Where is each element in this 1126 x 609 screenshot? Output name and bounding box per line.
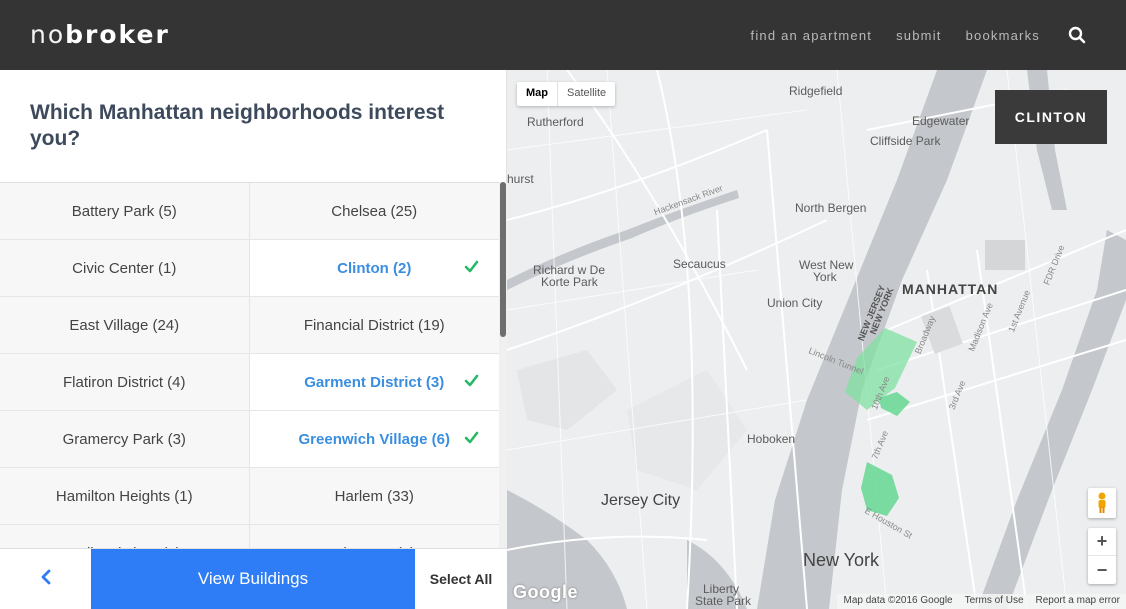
neighborhood-option[interactable]: Greenwich Village (6) <box>249 411 499 467</box>
neighborhood-row: Battery Park (5) Chelsea (25) <box>0 183 499 240</box>
map-label: North Bergen <box>795 201 867 215</box>
bottom-action-bar: View Buildings Select All <box>0 548 507 609</box>
neighborhood-tooltip: CLINTON <box>995 90 1107 144</box>
neighborhood-row: Hamilton Heights (1) Harlem (33) <box>0 468 499 525</box>
terms-of-use-link[interactable]: Terms of Use <box>959 594 1030 609</box>
main-nav: find an apartment submit bookmarks <box>727 0 1086 70</box>
checkmark-icon <box>464 259 479 274</box>
map-view[interactable]: Map Satellite CLINTON Ridgefield Rutherf… <box>507 70 1126 609</box>
logo-text-thin: no <box>30 20 66 49</box>
map-label-manhattan: MANHATTAN <box>902 281 999 297</box>
checkmark-icon <box>464 373 479 388</box>
neighborhood-option[interactable]: Battery Park (5) <box>0 183 250 239</box>
neighborhood-option[interactable]: Flatiron District (4) <box>0 354 250 410</box>
map-label: Hoboken <box>747 432 796 446</box>
top-navbar: nobroker find an apartment submit bookma… <box>0 0 1126 70</box>
map-label-new-york: New York <box>803 550 880 570</box>
neighborhood-grid: Battery Park (5) Chelsea (25) Civic Center… <box>0 183 499 548</box>
map-label: Cliffside Park <box>870 134 941 148</box>
neighborhood-option[interactable]: Clinton (2) <box>249 240 499 296</box>
map-label: Korte Park <box>541 275 598 289</box>
checkmark-icon <box>464 430 479 445</box>
map-label: Secaucus <box>673 257 726 271</box>
neighborhood-option[interactable]: Gramercy Park (3) <box>0 411 250 467</box>
neighborhood-list[interactable]: Battery Park (5) Chelsea (25) Civic Center… <box>0 182 499 548</box>
neighborhood-panel: Which Manhattan neighborhoods interest y… <box>0 70 507 609</box>
neighborhood-option[interactable]: Harlem (33) <box>249 468 499 524</box>
scrollbar-thumb[interactable] <box>500 182 506 337</box>
neighborhood-option[interactable]: Hell's Kitchen (2) <box>0 525 250 548</box>
neighborhood-label: Gramercy Park (3) <box>62 430 186 448</box>
map-label: Edgewater <box>912 114 970 128</box>
select-all-button[interactable]: Select All <box>415 549 507 609</box>
neighborhood-label: East Village (24) <box>69 316 180 334</box>
zoom-in-button[interactable]: + <box>1088 528 1116 556</box>
map-canvas <box>507 70 1126 609</box>
neighborhood-label: Harlem (33) <box>334 487 414 505</box>
neighborhood-label: Greenwich Village (6) <box>298 430 450 448</box>
logo-text-bold: broker <box>65 20 170 49</box>
chevron-left-icon <box>40 569 52 590</box>
map-label: York <box>813 270 837 284</box>
map-type-satellite[interactable]: Satellite <box>558 82 615 106</box>
neighborhood-row: Civic Center (1) Clinton (2) <box>0 240 499 297</box>
map-label: Union City <box>767 296 823 310</box>
map-label: hurst <box>507 172 534 186</box>
neighborhood-label: Battery Park (5) <box>71 202 177 220</box>
nobroker-logo[interactable]: nobroker <box>30 20 170 49</box>
neighborhood-label: Hamilton Heights (1) <box>55 487 193 505</box>
map-label-jersey-city: Jersey City <box>601 492 681 509</box>
neighborhood-option[interactable]: East Village (24) <box>0 297 250 353</box>
map-type-map[interactable]: Map <box>517 82 558 106</box>
neighborhood-option[interactable]: Hamilton Heights (1) <box>0 468 250 524</box>
neighborhood-option[interactable]: Civic Center (1) <box>0 240 250 296</box>
map-footer: Map data ©2016 Google Terms of Use Repor… <box>837 594 1126 609</box>
nav-bookmarks[interactable]: bookmarks <box>966 28 1040 43</box>
google-logo: Google <box>513 582 578 602</box>
list-scrollbar[interactable] <box>499 182 507 548</box>
neighborhood-label: Chelsea (25) <box>331 202 418 220</box>
neighborhood-row: East Village (24) Financial District (19) <box>0 297 499 354</box>
report-map-error-link[interactable]: Report a map error <box>1030 594 1126 609</box>
nav-find-apartment[interactable]: find an apartment <box>751 28 873 43</box>
neighborhood-row: Hell's Kitchen (2)Kips Bay (6) <box>0 525 499 548</box>
neighborhood-label: Garment District (3) <box>304 373 445 391</box>
zoom-control: + − <box>1088 528 1116 584</box>
view-buildings-button[interactable]: View Buildings <box>91 549 415 609</box>
neighborhood-label: Clinton (2) <box>337 259 412 277</box>
map-label: Ridgefield <box>789 84 843 98</box>
neighborhood-label: Financial District (19) <box>303 316 445 334</box>
neighborhood-label: Flatiron District (4) <box>62 373 186 391</box>
neighborhood-label: Civic Center (1) <box>72 259 177 277</box>
neighborhood-row: Gramercy Park (3) Greenwich Village (6) <box>0 411 499 468</box>
map-label: State Park <box>695 594 752 608</box>
search-icon[interactable] <box>1068 26 1086 44</box>
neighborhood-row: Flatiron District (4) Garment District (3… <box>0 354 499 411</box>
neighborhood-option[interactable]: Kips Bay (6) <box>249 525 499 548</box>
zoom-out-button[interactable]: − <box>1088 556 1116 584</box>
map-data-credit: Map data ©2016 Google <box>843 595 953 606</box>
neighborhood-option[interactable]: Financial District (19) <box>249 297 499 353</box>
map-type-control: Map Satellite <box>517 82 616 106</box>
map-label: Rutherford <box>527 115 584 129</box>
back-button[interactable] <box>0 549 91 609</box>
neighborhood-option[interactable]: Garment District (3) <box>249 354 499 410</box>
nav-submit[interactable]: submit <box>896 28 942 43</box>
street-view-pegman-icon[interactable] <box>1088 488 1116 518</box>
neighborhood-option[interactable]: Chelsea (25) <box>249 183 499 239</box>
page-title: Which Manhattan neighborhoods interest y… <box>30 101 445 150</box>
